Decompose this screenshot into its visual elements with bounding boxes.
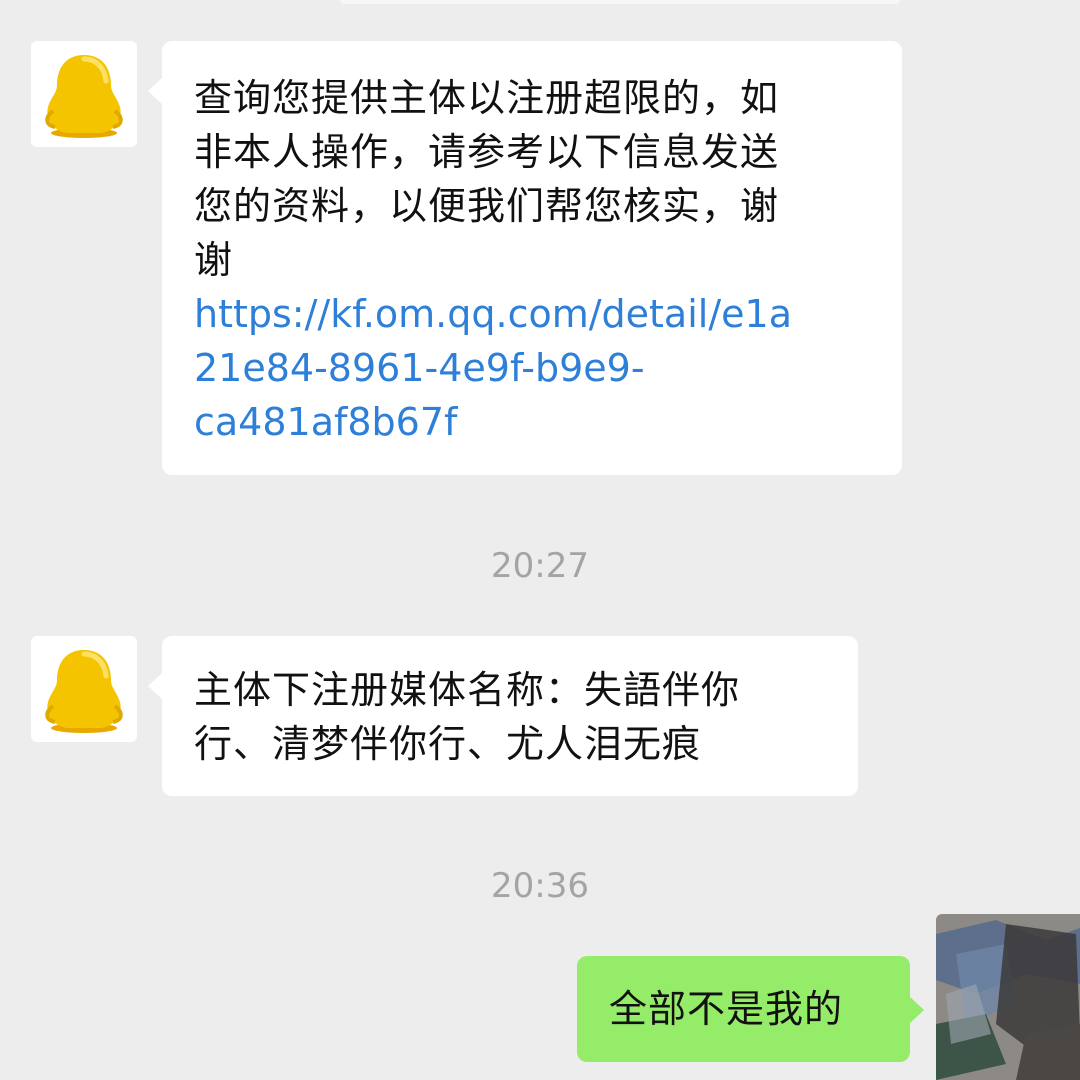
message-timestamp: 20:27 (491, 546, 589, 586)
detail-link[interactable]: https://kf.om.qq.com/detail/e1a (194, 287, 874, 341)
qq-penguin-icon (45, 650, 123, 733)
self-avatar[interactable] (936, 914, 1080, 1080)
message-text-line: 您的资料，以便我们帮您核实，谢 (194, 184, 780, 228)
message-timestamp: 20:36 (491, 866, 589, 906)
user-avatar-icon (936, 914, 1080, 1080)
message-bubble-outgoing[interactable]: 全部不是我的 (577, 956, 924, 1062)
message-text-line: 行、清梦伴你行、尤人泪无痕 (194, 722, 702, 766)
message-text-line: 查询您提供主体以注册超限的，如 (194, 76, 780, 120)
message-text-line: 全部不是我的 (609, 987, 844, 1031)
detail-link[interactable]: ca481af8b67f (194, 395, 874, 449)
message-text-line: 谢 (194, 238, 234, 282)
qq-penguin-icon (45, 55, 123, 138)
contact-avatar[interactable] (31, 41, 137, 147)
contact-avatar[interactable] (31, 636, 137, 742)
previous-message-edge (340, 0, 900, 4)
message-text-line: 非本人操作，请参考以下信息发送 (194, 130, 780, 174)
message-bubble-incoming[interactable]: 查询您提供主体以注册超限的，如 非本人操作，请参考以下信息发送 您的资料，以便我… (148, 41, 902, 475)
message-text-line: 主体下注册媒体名称：失語伴你 (194, 668, 741, 712)
detail-link[interactable]: 21e84-8961-4e9f-b9e9- (194, 341, 874, 395)
message-bubble-incoming[interactable]: 主体下注册媒体名称：失語伴你 行、清梦伴你行、尤人泪无痕 (148, 636, 858, 796)
